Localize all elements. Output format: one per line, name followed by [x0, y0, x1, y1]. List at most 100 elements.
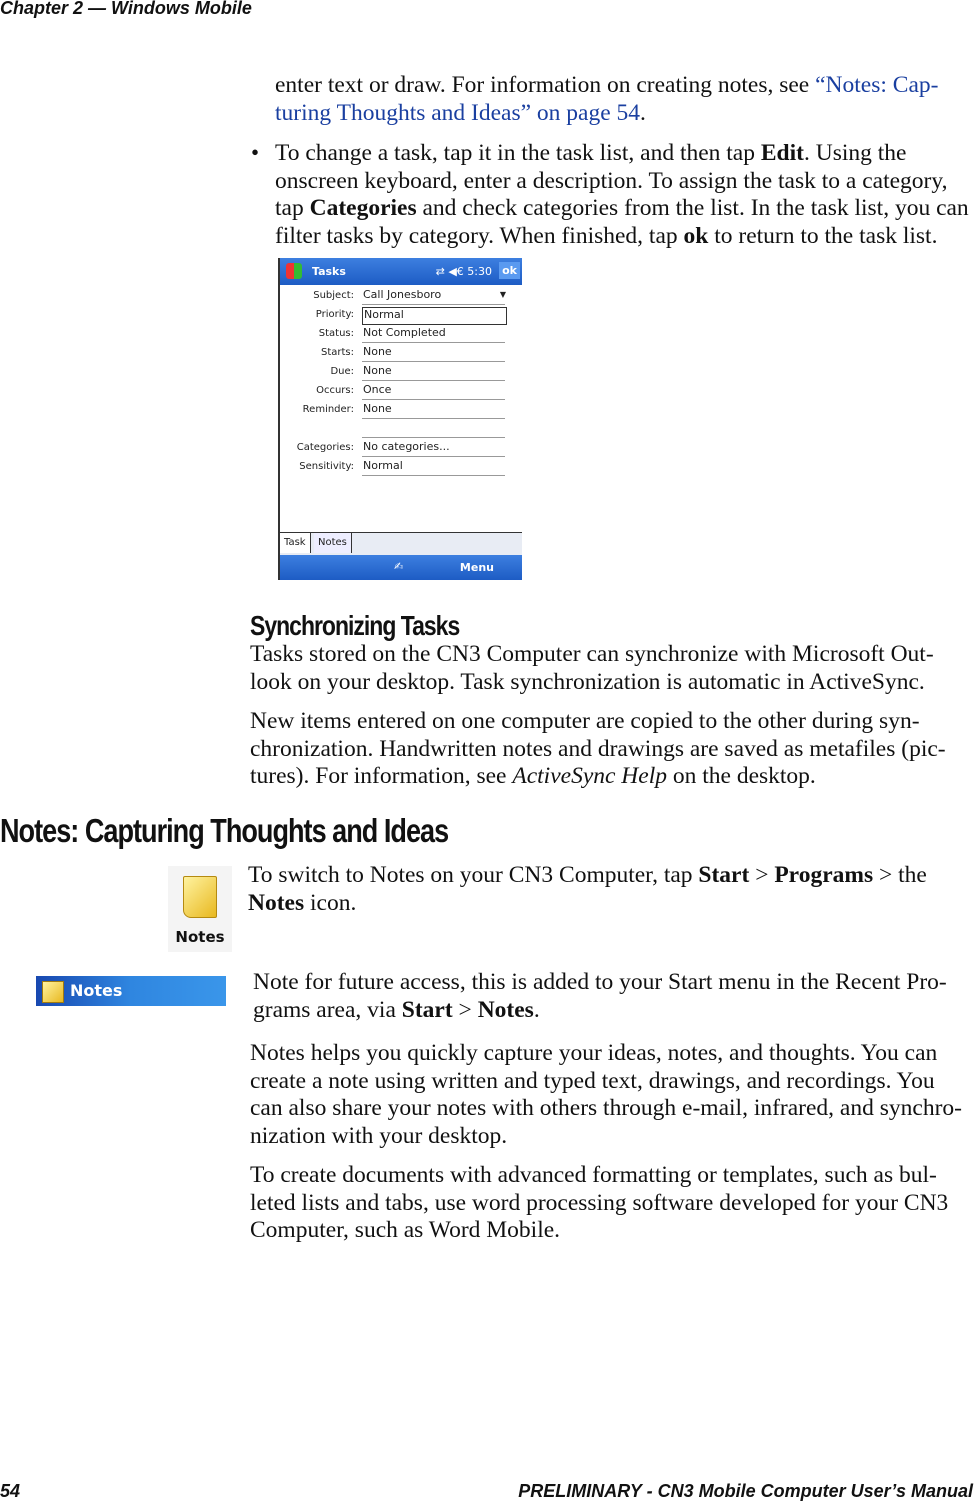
text-run: > — [452, 996, 478, 1023]
p-notes-about: Notes helps you quickly capture your ide… — [250, 1040, 962, 1150]
text-run: Notes — [477, 996, 534, 1023]
task-field-row: Status: Not Completed — [280, 325, 522, 344]
text-line: turing Thoughts and Ideas” on page 54. — [275, 100, 938, 128]
p-notes-switch: To switch to Notes on your CN3 Computer,… — [248, 862, 927, 917]
bullet: • — [251, 140, 260, 165]
heading-notes: Notes: Capturing Thoughts and Ideas — [0, 812, 449, 849]
text-line: onscreen keyboard, enter a description. … — [275, 168, 969, 196]
text-run: tap — [275, 195, 310, 221]
text-line: New items entered on one computer are co… — [250, 708, 946, 736]
footer-manual-title: PRELIMINARY - CN3 Mobile Computer User’s… — [518, 1481, 973, 1501]
text-run: . — [533, 996, 540, 1023]
tab-notes[interactable]: Notes — [314, 533, 352, 553]
text-line: To create documents with advanced format… — [250, 1162, 948, 1190]
p-notes-intro: enter text or draw. For information on c… — [275, 72, 938, 127]
text-run: grams area, via — [253, 996, 402, 1023]
text-run: create a note using written and typed te… — [250, 1067, 935, 1094]
text-run: Start — [698, 862, 750, 888]
p-notes-advanced: To create documents with advanced format… — [250, 1162, 948, 1245]
text-run: look on your desktop. Task synchronizati… — [250, 668, 925, 695]
p-notes-start: Note for future access, this is added to… — [253, 969, 947, 1024]
text-run: ok — [683, 222, 709, 249]
ok-button[interactable]: ok — [499, 262, 520, 279]
text-line: grams area, via Start > Notes. — [253, 997, 947, 1025]
field-label: Starts: — [320, 347, 354, 358]
heading-synchronizing-tasks: Synchronizing Tasks — [250, 610, 460, 641]
field-value[interactable]: None — [362, 345, 505, 362]
text-run: Tasks stored on the CN3 Computer can syn… — [250, 641, 934, 667]
text-run: tures). For information, see — [250, 763, 513, 789]
field-value[interactable]: Call Jonesboro — [362, 288, 505, 305]
p-change-task: To change a task, tap it in the task lis… — [275, 140, 969, 250]
text-run: > the — [873, 862, 927, 888]
field-value[interactable]: No categories... — [362, 440, 505, 457]
text-run: nization with your desktop. — [250, 1122, 508, 1149]
text-line: Tasks stored on the CN3 Computer can syn… — [250, 641, 934, 669]
field-label: Status: — [318, 328, 354, 339]
field-label: Reminder: — [302, 404, 354, 415]
device-title: Tasks — [312, 265, 346, 278]
text-run: > — [749, 862, 775, 888]
text-line: Note for future access, this is added to… — [253, 969, 947, 997]
text-run: on the desktop. — [666, 763, 816, 789]
windows-start-icon — [286, 263, 302, 279]
text-line: tap Categories and check categories from… — [275, 195, 969, 223]
text-line: filter tasks by category. When finished,… — [275, 223, 969, 251]
notes-start-menu-item: Notes — [36, 976, 226, 1006]
field-value[interactable]: Normal — [362, 459, 505, 476]
field-label: Sensitivity: — [299, 461, 354, 472]
text-run: To create documents with advanced format… — [250, 1162, 937, 1188]
task-field-row: Priority: Normal — [280, 306, 522, 325]
task-field-row: Occurs: Once — [280, 382, 522, 401]
text-run: onscreen keyboard, enter a description. … — [275, 167, 948, 194]
text-line: enter text or draw. For information on c… — [275, 72, 938, 100]
text-line: look on your desktop. Task synchronizati… — [250, 669, 934, 697]
field-value[interactable]: Not Completed — [362, 326, 505, 343]
text-line: Notes icon. — [248, 890, 927, 918]
field-label: Categories: — [296, 442, 354, 453]
p-sync-2: New items entered on one computer are co… — [250, 708, 946, 791]
tab-task[interactable]: Task — [280, 533, 311, 553]
text-line: Notes helps you quickly capture your ide… — [250, 1040, 962, 1068]
dropdown-arrow-icon[interactable]: ▼ — [500, 290, 506, 299]
cross-reference-link[interactable]: “Notes: Cap- — [815, 72, 938, 98]
manual-page: Chapter 2 — Windows Mobile enter text or… — [0, 0, 975, 1503]
text-run: to return to the task list. — [708, 222, 938, 249]
text-line: leted lists and tabs, use word processin… — [250, 1190, 948, 1218]
device-menu-bar: ✍ Menu — [280, 555, 522, 580]
text-run: Computer, such as Word Mobile. — [250, 1217, 561, 1243]
field-label: Priority: — [315, 309, 354, 320]
text-run: Programs — [774, 862, 874, 888]
running-header: Chapter 2 — Windows Mobile — [0, 0, 252, 18]
text-run: Edit — [760, 140, 804, 166]
text-run: . — [640, 99, 646, 126]
field-value[interactable]: Normal — [362, 307, 507, 325]
text-line: can also share your notes with others th… — [250, 1095, 962, 1123]
text-line: tures). For information, see ActiveSync … — [250, 763, 946, 791]
notes-icon-label: Notes — [175, 928, 225, 946]
device-tabs: Task Notes — [280, 532, 522, 555]
text-line: create a note using written and typed te… — [250, 1068, 962, 1096]
task-field-row — [280, 420, 522, 439]
field-value[interactable]: Once — [362, 383, 505, 400]
text-line: To switch to Notes on your CN3 Computer,… — [248, 862, 927, 890]
menu-button[interactable]: Menu — [460, 561, 494, 574]
cross-reference-link[interactable]: turing Thoughts and Ideas” on page 54 — [275, 100, 640, 126]
text-run: New items entered on one computer are co… — [250, 708, 920, 734]
field-value[interactable]: None — [362, 364, 505, 381]
task-field-row: Subject: Call Jonesboro ▼ — [280, 287, 522, 306]
notepad-icon — [42, 981, 64, 1003]
tasks-screenshot: Tasks ⇄ ◀€ 5:30 ok Subject: Call Jonesbor… — [278, 258, 522, 580]
text-run: Notes helps you quickly capture your ide… — [250, 1040, 938, 1066]
status-icons: ⇄ ◀€ 5:30 — [435, 265, 492, 278]
field-label: Subject: — [313, 290, 354, 301]
task-field-row: Sensitivity: Normal — [280, 458, 522, 477]
field-value[interactable]: None — [362, 402, 505, 419]
text-run: icon. — [304, 889, 357, 916]
task-field-row: Reminder: None — [280, 401, 522, 420]
task-field-row: Due: None — [280, 363, 522, 382]
text-line: nization with your desktop. — [250, 1123, 962, 1151]
field-label: Due: — [330, 366, 354, 377]
field-value[interactable] — [362, 421, 505, 438]
keyboard-icon[interactable]: ✍ — [394, 560, 403, 573]
